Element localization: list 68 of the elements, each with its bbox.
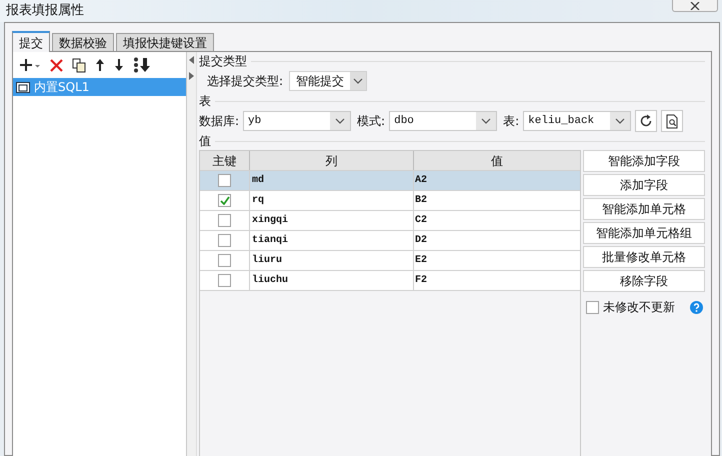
arrow-down-icon[interactable] (114, 58, 124, 72)
section-heading: 值 (199, 135, 211, 147)
field-label: 数据库: (199, 113, 240, 130)
section-heading: 提交类型 (199, 55, 247, 67)
checkbox[interactable] (218, 214, 231, 227)
table-row[interactable]: liuru E2 (200, 251, 580, 271)
tab[interactable]: 提交 (12, 31, 50, 52)
window-title: 报表填报属性 (6, 2, 84, 20)
table-row[interactable]: tianqi D2 (200, 231, 580, 251)
table-cell: tianqi (250, 231, 414, 250)
tab[interactable]: 填报快捷键设置 (116, 33, 214, 51)
table-row[interactable]: md A2 (200, 171, 580, 191)
submit-type-dropdown[interactable]: 智能提交 (289, 71, 368, 91)
table-cell-text: A2 (414, 174, 428, 188)
arrow-up-icon[interactable] (95, 58, 105, 72)
chevron-down-icon (481, 118, 492, 124)
column-header: 主键 (200, 151, 250, 170)
dropdown-field[interactable]: keliu_back (523, 111, 632, 131)
field-label: 表: (503, 113, 520, 130)
column-header: 值 (490, 153, 504, 170)
column-header: 列 (250, 151, 414, 170)
checkbox[interactable] (218, 254, 231, 267)
table-cell-text: D2 (414, 234, 428, 248)
chevron-down-icon (615, 118, 626, 124)
table-row[interactable]: xingqi C2 (200, 211, 580, 231)
checkbox[interactable] (218, 234, 231, 247)
action-button[interactable]: 智能添加单元格 (583, 198, 705, 220)
tab[interactable]: 数据校验 (52, 33, 114, 51)
table-row[interactable]: liuchu F2 (200, 271, 580, 291)
action-button[interactable]: 智能添加单元格组 (583, 222, 705, 244)
table-cell-text: E2 (414, 254, 428, 268)
checkbox[interactable] (218, 274, 231, 287)
document-search-icon (666, 114, 679, 128)
section-heading: 表 (199, 95, 211, 107)
action-button[interactable]: 批量修改单元格 (583, 246, 705, 268)
move-to-bottom-icon[interactable] (133, 57, 151, 73)
table-cell-text: B2 (414, 194, 428, 208)
dropdown-field[interactable]: dbo (389, 111, 498, 131)
action-button[interactable]: 添加字段 (583, 174, 705, 196)
action-button[interactable]: 智能添加字段 (583, 150, 705, 172)
checkbox[interactable] (218, 174, 231, 187)
table-icon (16, 82, 30, 92)
chevron-down-icon (335, 118, 346, 124)
table-cell: liuchu (250, 271, 414, 290)
refresh-icon (639, 114, 654, 128)
copy-icon[interactable] (72, 58, 86, 72)
checkbox[interactable] (586, 300, 599, 314)
dropdown-field[interactable]: yb (243, 111, 352, 131)
table-cell-text: F2 (414, 274, 428, 288)
checkbox[interactable] (218, 194, 231, 207)
chevron-down-icon (353, 78, 364, 84)
table-cell-text: C2 (414, 214, 428, 228)
close-icon (690, 2, 700, 10)
field-label: 模式: (357, 113, 386, 130)
add-icon[interactable] (19, 58, 41, 72)
table-row[interactable]: rq B2 (200, 191, 580, 211)
checkbox-label: 未修改不更新 (603, 299, 675, 316)
table-cell: rq (250, 191, 414, 210)
table-cell: md (250, 171, 414, 190)
preview-button[interactable] (661, 110, 684, 132)
table-cell: xingqi (250, 211, 414, 230)
field-label: 选择提交类型: (207, 73, 284, 90)
table-cell: liuru (250, 251, 414, 270)
help-icon[interactable] (690, 300, 703, 314)
close-button[interactable] (672, 0, 718, 12)
delete-icon[interactable] (50, 58, 63, 72)
refresh-button[interactable] (635, 110, 658, 132)
action-button[interactable]: 移除字段 (583, 270, 705, 292)
